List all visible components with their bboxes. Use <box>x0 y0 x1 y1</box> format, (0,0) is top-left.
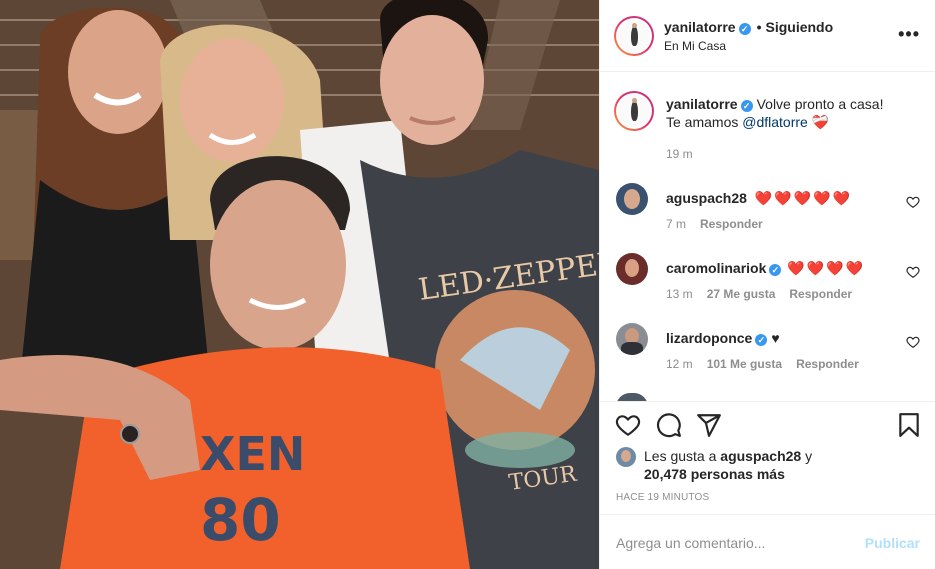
likes-count-link[interactable]: 20,478 personas más <box>644 466 785 482</box>
reply-button[interactable]: Responder <box>700 217 763 231</box>
separator-dot: • <box>756 19 762 35</box>
comment-username[interactable]: aguspach28 <box>666 190 747 206</box>
like-comment-heart-icon[interactable] <box>906 335 920 349</box>
commenter-avatar[interactable] <box>616 323 648 355</box>
comment-text: ❤️❤️❤️❤️ <box>787 260 866 276</box>
post-header: yanilatorre ✓ • Siguiendo En Mi Casa ••• <box>600 0 935 72</box>
liker-username[interactable]: aguspach28 <box>720 448 801 464</box>
family-photo-illustration: LED·ZEPPELIN TOUR XEN 80 <box>0 0 599 569</box>
likes-connector: y <box>805 448 813 464</box>
likes-prefix: Les gusta a <box>644 448 717 464</box>
comment-text: ❤️❤️❤️❤️❤️ <box>754 190 852 206</box>
reply-button[interactable]: Responder <box>796 357 859 371</box>
reply-button[interactable]: Responder <box>789 287 852 301</box>
post-timestamp[interactable]: HACE 19 MINUTOS <box>616 492 709 503</box>
comment-likes-count[interactable]: 101 Me gusta <box>707 357 782 371</box>
post-caption: yanilatorre ✓ Volve pronto a casa! Te amam… <box>614 91 920 161</box>
bookmark-icon[interactable] <box>896 412 922 438</box>
more-options-icon[interactable]: ••• <box>898 24 920 45</box>
comment-likes-count[interactable]: 27 Me gusta <box>707 287 776 301</box>
comment-username[interactable]: lizardoponce <box>666 330 752 346</box>
commenter-avatar[interactable] <box>616 183 648 215</box>
svg-text:80: 80 <box>200 486 281 554</box>
comment-item: aguspach28 ❤️❤️❤️❤️❤️ 7 m Responder <box>616 183 920 233</box>
comment-input[interactable] <box>616 532 856 554</box>
publish-button[interactable]: Publicar <box>865 535 920 551</box>
post-location[interactable]: En Mi Casa <box>664 39 726 53</box>
liker-avatar[interactable] <box>616 447 636 467</box>
caption-mention-link[interactable]: @dflatorre <box>742 114 808 130</box>
post-details-panel: yanilatorre ✓ • Siguiendo En Mi Casa ••• ya… <box>599 0 935 569</box>
comments-list[interactable]: yanilatorre ✓ Volve pronto a casa! Te amam… <box>600 73 935 401</box>
comment-time[interactable]: 12 m <box>666 357 693 371</box>
like-comment-heart-icon[interactable] <box>906 195 920 209</box>
commenter-avatar[interactable] <box>616 393 648 401</box>
verified-badge-icon: ✓ <box>755 334 768 346</box>
post-photo[interactable]: LED·ZEPPELIN TOUR XEN 80 <box>0 0 599 569</box>
author-avatar[interactable] <box>614 16 654 56</box>
like-comment-heart-icon[interactable] <box>906 265 920 279</box>
comment-item: caromolinariok ✓ ❤️❤️❤️❤️ 13 m 27 Me gusta R… <box>616 253 920 303</box>
author-username[interactable]: yanilatorre <box>664 19 736 35</box>
comment-bubble-icon[interactable] <box>656 412 682 438</box>
comment-time[interactable]: 7 m <box>666 217 686 231</box>
comment-time[interactable]: 13 m <box>666 287 693 301</box>
caption-username[interactable]: yanilatorre <box>666 96 738 112</box>
comment-item: lizardoponce ✓ ♥ 12 m 101 Me gusta Responder <box>616 323 920 373</box>
verified-badge-icon: ✓ <box>738 23 751 35</box>
caption-time[interactable]: 19 m <box>666 147 693 161</box>
verified-badge-icon: ✓ <box>769 264 782 276</box>
verified-badge-icon: ✓ <box>740 100 753 112</box>
svg-text:XEN: XEN <box>200 427 305 481</box>
comment-username[interactable]: caromolinariok <box>666 260 766 276</box>
add-comment-bar: Publicar <box>600 514 935 569</box>
post-actions: Les gusta a aguspach28 y 20,478 personas… <box>600 401 935 569</box>
comment-text: ♥ <box>771 330 780 346</box>
caption-author-avatar[interactable] <box>614 91 654 131</box>
following-button[interactable]: Siguiendo <box>766 19 834 35</box>
commenter-avatar[interactable] <box>616 253 648 285</box>
heart-outline-icon[interactable] <box>615 412 641 438</box>
paper-plane-icon[interactable] <box>696 412 722 438</box>
mending-heart-emoji: ❤️‍🩹 <box>811 114 832 130</box>
